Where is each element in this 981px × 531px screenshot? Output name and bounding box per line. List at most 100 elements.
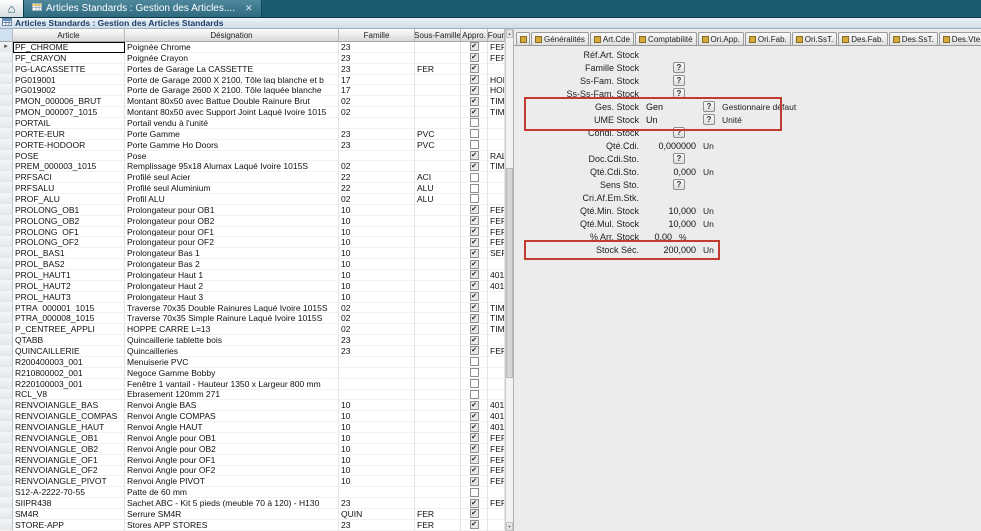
appro-checkbox[interactable]: ✔ bbox=[470, 238, 479, 247]
column-header-designation[interactable]: Désignation bbox=[125, 29, 339, 42]
cell-sous-famille[interactable] bbox=[415, 237, 461, 248]
table-row[interactable]: PORTE-HODOORPorte Gamme Ho Doors23PVC bbox=[0, 140, 505, 151]
scrollbar-track[interactable] bbox=[506, 38, 513, 522]
cell-appro[interactable] bbox=[461, 172, 488, 183]
row-selector[interactable] bbox=[0, 509, 13, 520]
field-ume-stock[interactable]: Un bbox=[646, 115, 696, 125]
cell-designation[interactable]: Porte de Garage 2600 X 2100. Tôle laquée… bbox=[125, 85, 339, 96]
row-selector[interactable] bbox=[0, 400, 13, 411]
cell-article[interactable]: RENVOIANGLE_OF2 bbox=[13, 466, 125, 477]
cell-article[interactable]: PTRA_000001_1015 bbox=[13, 303, 125, 314]
cell-designation[interactable]: Poignée Crayon bbox=[125, 53, 339, 64]
table-row[interactable]: PG-LACASSETTEPortes de Garage La CASSETT… bbox=[0, 64, 505, 75]
cell-famille[interactable]: 10 bbox=[339, 444, 415, 455]
cell-fournisseur[interactable]: RAL bbox=[488, 151, 505, 162]
cell-article[interactable]: QTABB bbox=[13, 335, 125, 346]
cell-sous-famille[interactable] bbox=[415, 368, 461, 379]
appro-checkbox[interactable]: ✔ bbox=[470, 509, 479, 518]
cell-sous-famille[interactable] bbox=[415, 422, 461, 433]
cell-sous-famille[interactable] bbox=[415, 227, 461, 238]
row-selector-header[interactable] bbox=[0, 29, 13, 42]
field-ges-stock[interactable]: Gen bbox=[646, 102, 696, 112]
tab-comptabilit[interactable]: Comptabilité bbox=[635, 32, 696, 45]
cell-article[interactable]: POSE bbox=[13, 151, 125, 162]
cell-article[interactable]: SM4R bbox=[13, 509, 125, 520]
table-row[interactable]: STORE-APPStores APP STORES23FER✔ bbox=[0, 520, 505, 531]
row-selector[interactable] bbox=[0, 216, 13, 227]
cell-article[interactable]: RENVOIANGLE_OF1 bbox=[13, 455, 125, 466]
cell-famille[interactable] bbox=[339, 151, 415, 162]
table-row[interactable]: PRFSACIProfilé seul Acier22ACI bbox=[0, 172, 505, 183]
field-qt-cdi[interactable]: 0,000000 bbox=[646, 141, 696, 151]
column-header-appro[interactable]: Appro. bbox=[461, 29, 488, 42]
cell-sous-famille[interactable] bbox=[415, 466, 461, 477]
cell-appro[interactable] bbox=[461, 390, 488, 401]
cell-famille[interactable]: 23 bbox=[339, 53, 415, 64]
scroll-up-icon[interactable]: ▲ bbox=[506, 29, 513, 38]
cell-designation[interactable]: Menuiserie PVC bbox=[125, 357, 339, 368]
appro-checkbox[interactable]: ✔ bbox=[470, 292, 479, 301]
cell-designation[interactable]: Fenêtre 1 vantail - Hauteur 1350 x Large… bbox=[125, 379, 339, 390]
table-row[interactable]: P_CENTREE_APPLIHOPPE CARRE L=1302✔TIM bbox=[0, 324, 505, 335]
cell-famille[interactable] bbox=[339, 379, 415, 390]
appro-checkbox[interactable]: ✔ bbox=[470, 42, 479, 51]
appro-checkbox[interactable]: ✔ bbox=[470, 260, 479, 269]
tab-ori-sst[interactable]: Ori.SsT. bbox=[792, 32, 837, 45]
cell-article[interactable]: RENVOIANGLE_BAS bbox=[13, 400, 125, 411]
row-selector[interactable] bbox=[0, 140, 13, 151]
cell-fournisseur[interactable]: FER bbox=[488, 346, 505, 357]
row-selector[interactable] bbox=[0, 161, 13, 172]
cell-famille[interactable]: 23 bbox=[339, 335, 415, 346]
cell-sous-famille[interactable] bbox=[415, 259, 461, 270]
cell-fournisseur[interactable]: FER bbox=[488, 227, 505, 238]
cell-designation[interactable]: Prolongateur Bas 1 bbox=[125, 248, 339, 259]
cell-designation[interactable]: Prolongateur pour OF2 bbox=[125, 237, 339, 248]
row-selector[interactable] bbox=[0, 444, 13, 455]
cell-famille[interactable]: 23 bbox=[339, 42, 415, 53]
cell-famille[interactable] bbox=[339, 118, 415, 129]
cell-appro[interactable]: ✔ bbox=[461, 324, 488, 335]
tab-ori-fab[interactable]: Ori.Fab. bbox=[745, 32, 791, 45]
cell-appro[interactable]: ✔ bbox=[461, 227, 488, 238]
cell-designation[interactable]: Porte de Garage 2000 X 2100. Tôle laq bl… bbox=[125, 75, 339, 86]
cell-fournisseur[interactable]: FER bbox=[488, 216, 505, 227]
cell-appro[interactable] bbox=[461, 129, 488, 140]
help-button[interactable]: ? bbox=[703, 101, 715, 112]
cell-article[interactable]: PRFSACI bbox=[13, 172, 125, 183]
cell-sous-famille[interactable] bbox=[415, 248, 461, 259]
cell-article[interactable]: R210800002_001 bbox=[13, 368, 125, 379]
appro-checkbox[interactable]: ✔ bbox=[470, 270, 479, 279]
tab-art-cde[interactable]: Art.Cde bbox=[590, 32, 634, 45]
cell-appro[interactable]: ✔ bbox=[461, 161, 488, 172]
cell-designation[interactable]: Portail vendu à l'unité bbox=[125, 118, 339, 129]
cell-fournisseur[interactable] bbox=[488, 379, 505, 390]
appro-checkbox[interactable]: ✔ bbox=[470, 336, 479, 345]
cell-sous-famille[interactable]: FER bbox=[415, 520, 461, 531]
row-selector[interactable] bbox=[0, 466, 13, 477]
cell-sous-famille[interactable] bbox=[415, 444, 461, 455]
cell-designation[interactable]: Remplissage 95x18 Alumax Laqué Ivoire 10… bbox=[125, 161, 339, 172]
field-arr-stock[interactable]: 0,00 bbox=[646, 232, 672, 242]
cell-sous-famille[interactable] bbox=[415, 292, 461, 303]
cell-sous-famille[interactable]: ALU bbox=[415, 194, 461, 205]
cell-sous-famille[interactable] bbox=[415, 379, 461, 390]
appro-checkbox[interactable] bbox=[470, 488, 479, 497]
cell-famille[interactable]: 17 bbox=[339, 75, 415, 86]
cell-appro[interactable]: ✔ bbox=[461, 466, 488, 477]
row-selector[interactable] bbox=[0, 259, 13, 270]
table-row[interactable]: RENVOIANGLE_OB2Renvoi Angle pour OB210✔F… bbox=[0, 444, 505, 455]
document-tab[interactable]: Articles Standards : Gestion des Article… bbox=[24, 0, 262, 17]
cell-fournisseur[interactable] bbox=[488, 129, 505, 140]
cell-designation[interactable]: Pose bbox=[125, 151, 339, 162]
table-row[interactable]: SIIPR438Sachet ABC - Kit 5 pieds (meuble… bbox=[0, 498, 505, 509]
cell-article[interactable]: PTRA_000008_1015 bbox=[13, 313, 125, 324]
cell-article[interactable]: PORTAIL bbox=[13, 118, 125, 129]
cell-famille[interactable]: 10 bbox=[339, 216, 415, 227]
cell-article[interactable]: PG019002 bbox=[13, 85, 125, 96]
cell-sous-famille[interactable] bbox=[415, 270, 461, 281]
row-selector[interactable] bbox=[0, 335, 13, 346]
tab-g-n-ralit-s[interactable]: Généralités bbox=[531, 32, 589, 45]
cell-article[interactable]: PG019001 bbox=[13, 75, 125, 86]
column-header-sous-famille[interactable]: Sous-Famille bbox=[415, 29, 461, 42]
appro-checkbox[interactable]: ✔ bbox=[470, 433, 479, 442]
